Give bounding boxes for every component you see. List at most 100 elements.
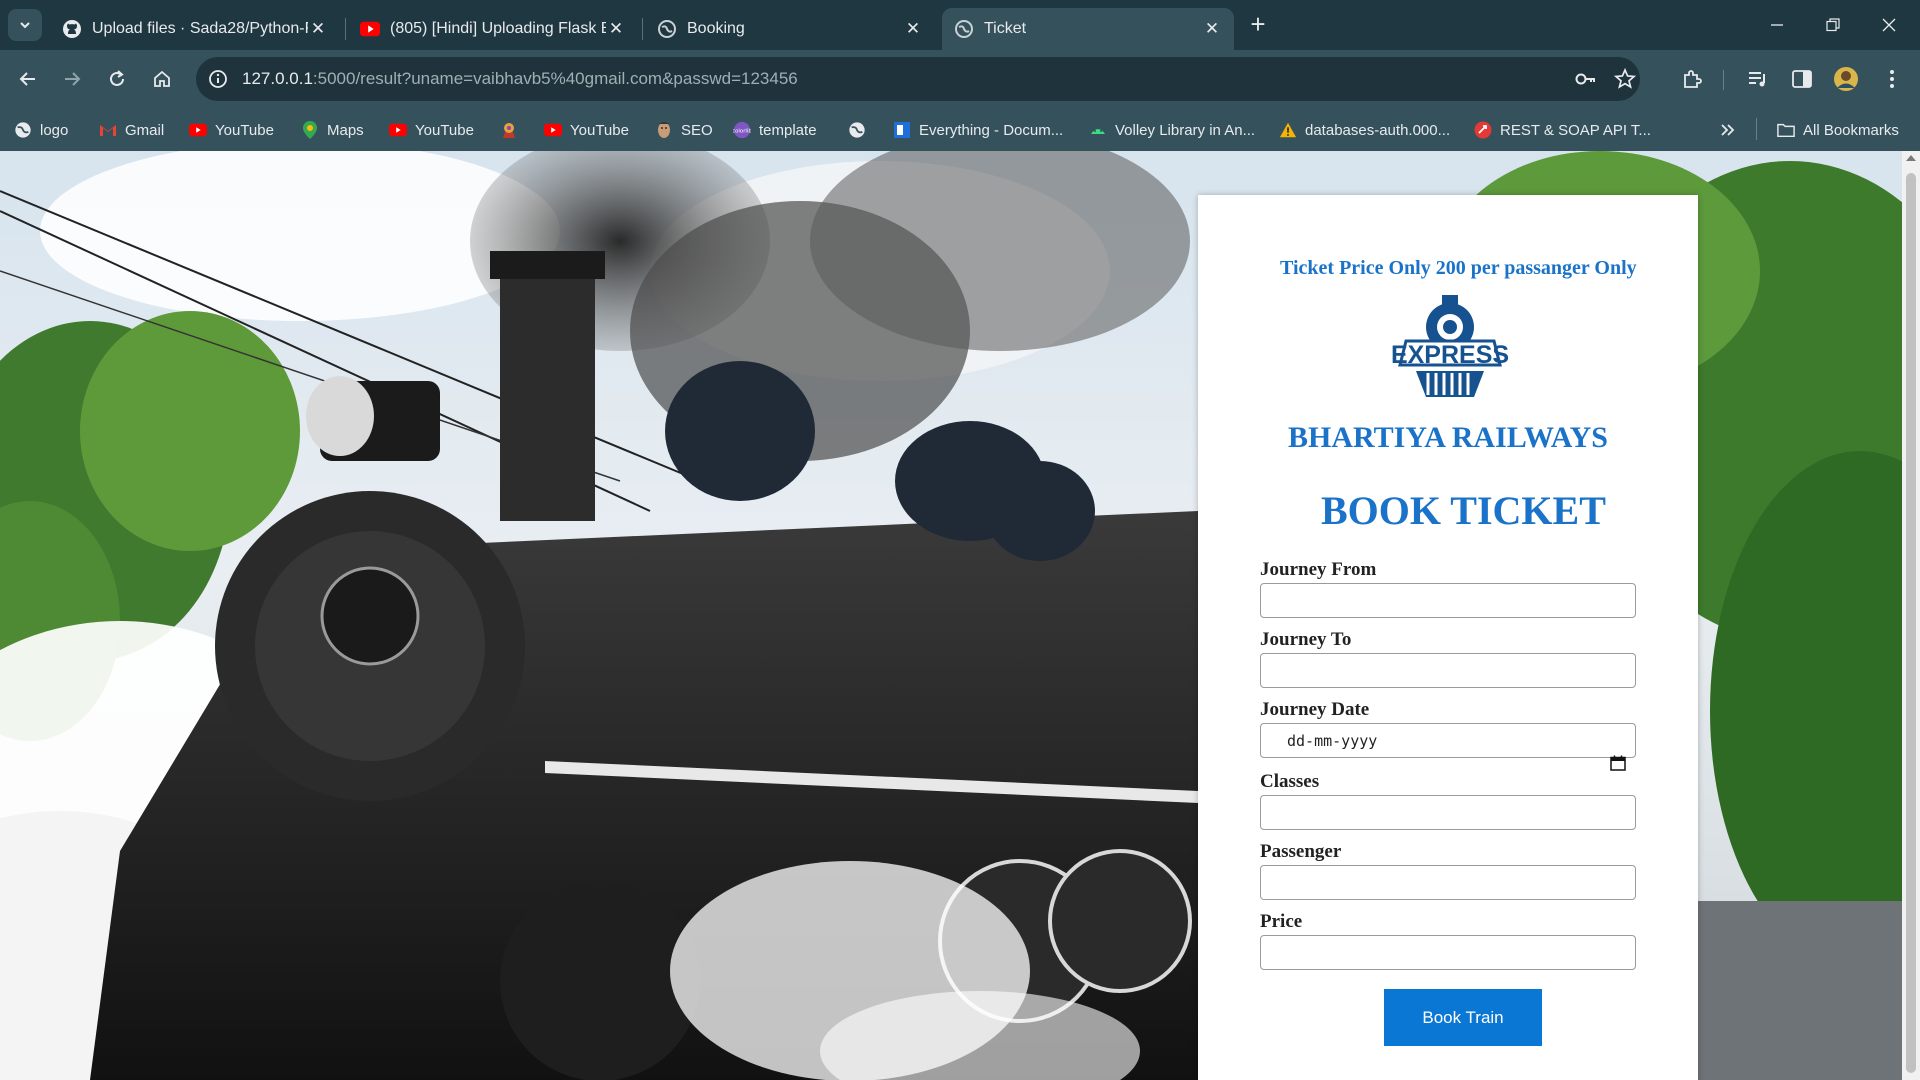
bookmark-youtube-1[interactable]: YouTube: [189, 118, 274, 142]
bookmark-maps[interactable]: Maps: [301, 118, 364, 142]
more-vert-icon: [1890, 70, 1894, 88]
bookmark-youtube-3[interactable]: YouTube: [544, 118, 629, 142]
menu-button[interactable]: [1876, 63, 1908, 95]
maps-icon: [301, 121, 319, 139]
chevron-double-right-icon: [1721, 124, 1735, 136]
folder-icon: [1777, 121, 1795, 139]
url-host: 127.0.0.1: [242, 69, 313, 88]
express-train-logo: EXPRESS: [1391, 295, 1509, 397]
media-controls-button[interactable]: [1742, 63, 1774, 95]
bookmark-logo[interactable]: logo: [14, 118, 68, 142]
close-window-button[interactable]: [1866, 10, 1912, 40]
bookmarks-divider: [1756, 118, 1757, 140]
tab-strip: Upload files · Sada28/Python-Fl ✕ (805) …: [0, 0, 1920, 50]
close-icon[interactable]: ✕: [606, 19, 626, 39]
close-icon[interactable]: ✕: [308, 19, 328, 39]
tab-search-button[interactable]: [8, 9, 42, 41]
page-viewport: Ticket Price Only 200 per passanger Only…: [0, 151, 1920, 1080]
bookmark-label: template: [759, 121, 817, 139]
close-icon[interactable]: ✕: [903, 19, 923, 39]
bookmark-label: REST & SOAP API T...: [1500, 121, 1651, 139]
tab-separator: [642, 18, 643, 40]
classes-label: Classes: [1260, 771, 1320, 792]
tab-title: Ticket: [984, 20, 1027, 37]
globe-icon: [848, 121, 866, 139]
tab-upload-files[interactable]: Upload files · Sada28/Python-Fl ✕: [50, 8, 340, 50]
side-panel-icon: [1792, 70, 1812, 88]
tab-youtube-flask[interactable]: (805) [Hindi] Uploading Flask Bl ✕: [348, 8, 638, 50]
price-label: Price: [1260, 911, 1303, 932]
globe-icon: [657, 19, 677, 39]
bookmark-rest-soap[interactable]: REST & SOAP API T...: [1474, 118, 1651, 142]
reload-icon: [110, 70, 124, 86]
bookmark-databases[interactable]: databases-auth.000...: [1279, 118, 1450, 142]
restore-icon: [1826, 18, 1840, 32]
journey-to-input[interactable]: [1260, 653, 1636, 688]
chevron-down-icon: [20, 22, 30, 29]
minimize-button[interactable]: [1754, 10, 1800, 40]
price-input[interactable]: [1260, 935, 1636, 970]
page-scrollbar[interactable]: [1902, 151, 1920, 1080]
bookmarks-bar: logo Gmail YouTube Maps YouTube YouTube …: [0, 108, 1920, 151]
tab-title: Upload files · Sada28/Python-Fl: [92, 20, 308, 37]
arrow-left-icon: [19, 72, 35, 86]
bookmark-volley[interactable]: Volley Library in An...: [1089, 118, 1255, 142]
youtube-icon: [389, 121, 407, 139]
address-bar[interactable]: 127.0.0.1:5000/result?uname=vaibhavb5%40…: [196, 57, 1640, 101]
tab-title: (805) [Hindi] Uploading Flask Bl: [390, 20, 606, 37]
passenger-input[interactable]: [1260, 865, 1636, 900]
bookmark-everything[interactable]: Everything - Docum...: [893, 118, 1063, 142]
key-icon[interactable]: [1574, 69, 1598, 94]
bookmark-seo[interactable]: SEO: [655, 118, 713, 142]
calendar-icon[interactable]: [1610, 755, 1626, 771]
tab-separator: [345, 18, 346, 40]
side-panel-button[interactable]: [1786, 63, 1818, 95]
bookmark-gmail[interactable]: Gmail: [99, 118, 164, 142]
reload-button[interactable]: [101, 63, 133, 95]
bookmark-globe[interactable]: [848, 118, 874, 142]
arrow-right-icon: [65, 72, 81, 86]
journey-from-label: Journey From: [1260, 559, 1377, 580]
home-button[interactable]: [146, 63, 178, 95]
close-icon: [1882, 18, 1896, 32]
minimize-icon: [1771, 24, 1783, 26]
bookmark-label: logo: [40, 121, 69, 139]
profile-avatar[interactable]: [1830, 63, 1862, 95]
bookmark-label: SEO: [681, 121, 713, 139]
close-icon[interactable]: ✕: [1202, 19, 1222, 39]
globe-icon: [954, 19, 974, 39]
book-train-button[interactable]: Book Train: [1384, 989, 1542, 1046]
classes-input[interactable]: [1260, 795, 1636, 830]
brand-name: BHARTIYA RAILWAYS: [1288, 421, 1608, 454]
extensions-button[interactable]: [1676, 63, 1708, 95]
journey-date-input[interactable]: [1260, 723, 1636, 758]
scroll-up-arrow-icon[interactable]: [1906, 155, 1916, 161]
journey-date-label: Journey Date: [1260, 699, 1370, 720]
api-icon: [1474, 121, 1492, 139]
restore-button[interactable]: [1810, 10, 1856, 40]
forward-button[interactable]: [56, 63, 88, 95]
globe-icon: [14, 121, 32, 139]
bookmark-youtube-2[interactable]: YouTube: [389, 118, 474, 142]
home-icon: [154, 70, 170, 87]
back-button[interactable]: [12, 63, 44, 95]
url-path: :5000/result?uname=vaibhavb5%40gmail.com…: [312, 69, 798, 88]
all-bookmarks-button[interactable]: All Bookmarks: [1777, 118, 1899, 142]
bookmark-label: YouTube: [570, 121, 629, 139]
tab-booking[interactable]: Booking ✕: [645, 8, 935, 50]
star-icon[interactable]: [1613, 67, 1637, 95]
avatar-icon: [1834, 67, 1858, 91]
playlist-icon: [1749, 72, 1765, 87]
bookmark-emblem[interactable]: [500, 118, 526, 142]
all-bookmarks-label: All Bookmarks: [1803, 121, 1899, 139]
bookmark-template[interactable]: colorlib template: [733, 118, 817, 142]
more-bookmarks-button[interactable]: [1720, 118, 1736, 142]
journey-from-input[interactable]: [1260, 583, 1636, 618]
new-tab-button[interactable]: +: [1244, 11, 1272, 39]
tab-ticket[interactable]: Ticket ✕: [942, 8, 1234, 50]
tab-title: Booking: [687, 20, 745, 37]
scroll-thumb[interactable]: [1906, 173, 1916, 1073]
page-title: BOOK TICKET: [1321, 488, 1606, 533]
site-info-icon[interactable]: [208, 69, 228, 94]
youtube-icon: [544, 121, 562, 139]
